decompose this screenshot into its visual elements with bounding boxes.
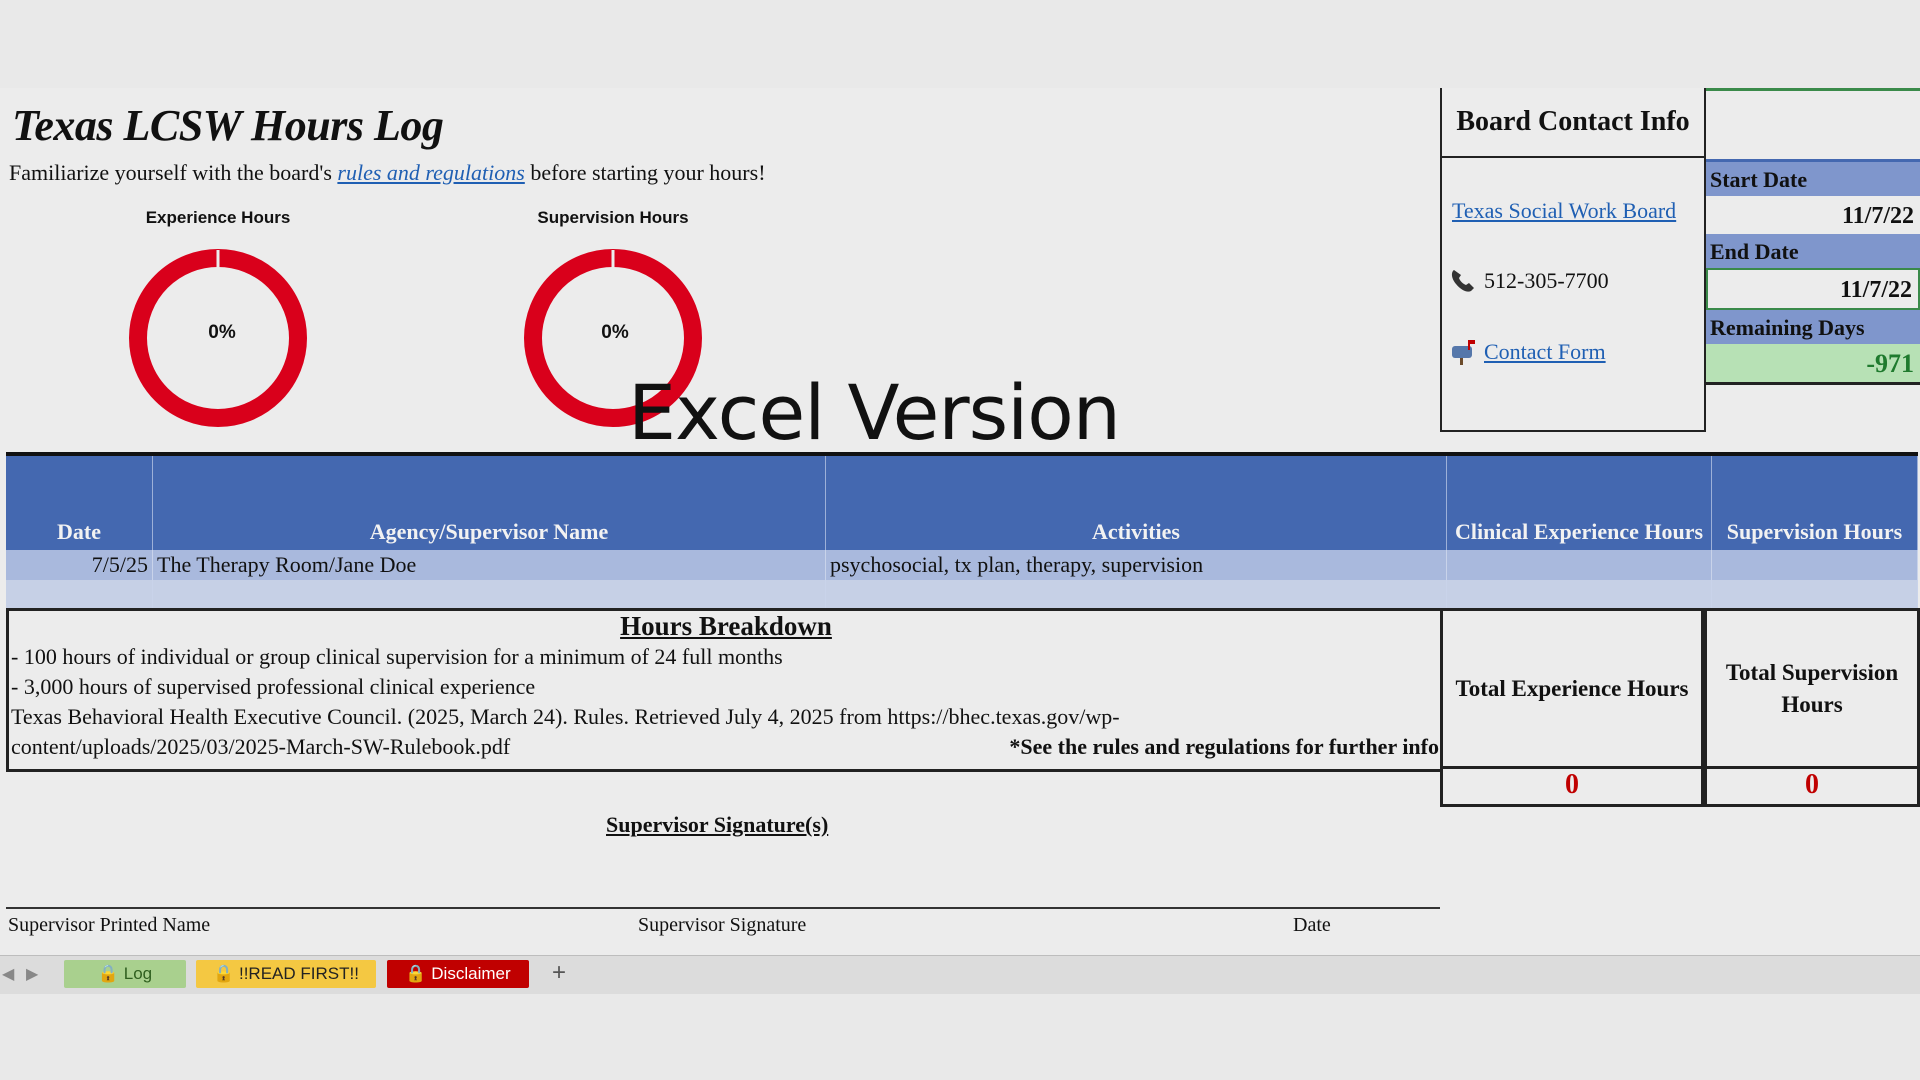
header-clinical-hours: Clinical Experience Hours bbox=[1446, 456, 1712, 550]
cell-activities[interactable]: psychosocial, tx plan, therapy, supervis… bbox=[825, 550, 1447, 580]
intro-after: before starting your hours! bbox=[524, 160, 766, 185]
breakdown-note: *See the rules and regulations for furth… bbox=[1009, 734, 1439, 759]
hours-breakdown-title: Hours Breakdown bbox=[620, 611, 832, 641]
hours-log-table: Date Agency/Supervisor Name Activities C… bbox=[6, 456, 1918, 610]
header-supervision-hours: Supervision Hours bbox=[1711, 456, 1918, 550]
table-row bbox=[6, 580, 1918, 610]
cell-agency[interactable]: The Therapy Room/Jane Doe bbox=[152, 550, 826, 580]
tab-read-first-label: !!READ FIRST!! bbox=[238, 964, 359, 983]
lock-icon: 🔒 bbox=[97, 964, 120, 983]
total-supervision-label: Total Supervision Hours bbox=[1704, 608, 1920, 769]
tab-read-first[interactable]: 🔒 !!READ FIRST!! bbox=[196, 960, 376, 988]
tab-disclaimer[interactable]: 🔒 Disclaimer bbox=[387, 960, 529, 988]
tab-log[interactable]: 🔒 Log bbox=[64, 960, 186, 988]
experience-chart-label: Experience Hours bbox=[145, 208, 291, 227]
board-contact-panel: Board Contact Info Texas Social Work Boa… bbox=[1440, 88, 1706, 432]
table-header-row: Date Agency/Supervisor Name Activities C… bbox=[6, 456, 1918, 550]
experience-percent: 0% bbox=[208, 322, 236, 343]
start-date-label: Start Date bbox=[1706, 162, 1920, 196]
end-date-value[interactable]: 11/7/22 bbox=[1706, 268, 1920, 310]
breakdown-citation: Texas Behavioral Health Executive Counci… bbox=[11, 704, 1120, 729]
cell-activities[interactable] bbox=[825, 580, 1447, 610]
dates-blank-cell bbox=[1706, 88, 1920, 162]
telephone-icon bbox=[1451, 270, 1474, 292]
supervisor-printed-name-label: Supervisor Printed Name bbox=[8, 914, 211, 936]
intro-text: Familiarize yourself with the board's ru… bbox=[9, 160, 766, 186]
supervisor-signature-title: Supervisor Signature(s) bbox=[606, 812, 829, 837]
header-activities: Activities bbox=[825, 456, 1447, 550]
signature-line bbox=[6, 907, 1440, 909]
header-date: Date bbox=[6, 456, 153, 550]
excel-version-overlay: Excel Version bbox=[628, 368, 1121, 457]
breakdown-line-experience: - 3,000 hours of supervised professional… bbox=[11, 674, 536, 699]
lock-icon: 🔒 bbox=[213, 964, 235, 983]
header-agency: Agency/Supervisor Name bbox=[152, 456, 826, 550]
contact-form-link[interactable]: Contact Form bbox=[1484, 339, 1606, 365]
lock-icon: 🔒 bbox=[405, 964, 427, 983]
breakdown-citation-row: content/uploads/2025/03/2025-March-SW-Ru… bbox=[9, 732, 1443, 762]
supervisor-signature-label: Supervisor Signature bbox=[638, 914, 807, 936]
scroll-right-icon[interactable]: ▶ bbox=[26, 964, 38, 984]
spreadsheet-sheet: Texas LCSW Hours Log Familiarize yoursel… bbox=[0, 88, 1920, 955]
cell-supervision-hours[interactable] bbox=[1711, 580, 1918, 610]
phone-number: 512-305-7700 bbox=[1484, 268, 1609, 293]
cell-agency[interactable] bbox=[152, 580, 826, 610]
remaining-days-label: Remaining Days bbox=[1706, 310, 1920, 344]
scroll-left-icon[interactable]: ◀ bbox=[2, 964, 14, 984]
breakdown-line-supervision: - 100 hours of individual or group clini… bbox=[11, 644, 783, 669]
intro-before: Familiarize yourself with the board's bbox=[9, 160, 338, 185]
breakdown-citation-url: content/uploads/2025/03/2025-March-SW-Ru… bbox=[11, 734, 511, 759]
total-experience-label: Total Experience Hours bbox=[1440, 608, 1704, 769]
cell-date[interactable] bbox=[6, 580, 153, 610]
hours-breakdown-box: Hours Breakdown - 100 hours of individua… bbox=[6, 608, 1443, 772]
signature-date-label: Date bbox=[1293, 914, 1331, 936]
tab-log-label: Log bbox=[123, 964, 153, 983]
table-row: 7/5/25 The Therapy Room/Jane Doe psychos… bbox=[6, 550, 1918, 580]
supervision-chart-label: Supervision Hours bbox=[537, 208, 689, 227]
texas-social-work-board-link[interactable]: Texas Social Work Board bbox=[1452, 198, 1676, 224]
board-contact-title: Board Contact Info bbox=[1442, 88, 1704, 158]
add-sheet-icon[interactable]: + bbox=[552, 959, 566, 987]
cell-clinical-hours[interactable] bbox=[1446, 550, 1712, 580]
tab-disclaimer-label: Disclaimer bbox=[431, 964, 511, 983]
mailbox-icon bbox=[1452, 340, 1475, 365]
phone-row: 512-305-7700 bbox=[1448, 266, 1609, 296]
total-supervision-value: 0 bbox=[1704, 766, 1920, 807]
cell-supervision-hours[interactable] bbox=[1711, 550, 1918, 580]
contact-row: Contact Form bbox=[1448, 338, 1606, 366]
cell-date[interactable]: 7/5/25 bbox=[6, 550, 153, 580]
sheet-tab-bar: ◀ ▶ 🔒 Log 🔒 !!READ FIRST!! 🔒 Disclaimer … bbox=[0, 955, 1920, 994]
page-title: Texas LCSW Hours Log bbox=[12, 101, 444, 150]
rules-link[interactable]: rules and regulations bbox=[337, 160, 524, 185]
cell-clinical-hours[interactable] bbox=[1446, 580, 1712, 610]
supervision-percent: 0% bbox=[601, 322, 629, 343]
start-date-value[interactable]: 11/7/22 bbox=[1706, 196, 1920, 234]
end-date-label: End Date bbox=[1706, 234, 1920, 268]
total-experience-value: 0 bbox=[1440, 766, 1704, 807]
dates-panel: Start Date 11/7/22 End Date 11/7/22 Rema… bbox=[1706, 88, 1920, 385]
remaining-days-value: -971 bbox=[1706, 344, 1920, 385]
